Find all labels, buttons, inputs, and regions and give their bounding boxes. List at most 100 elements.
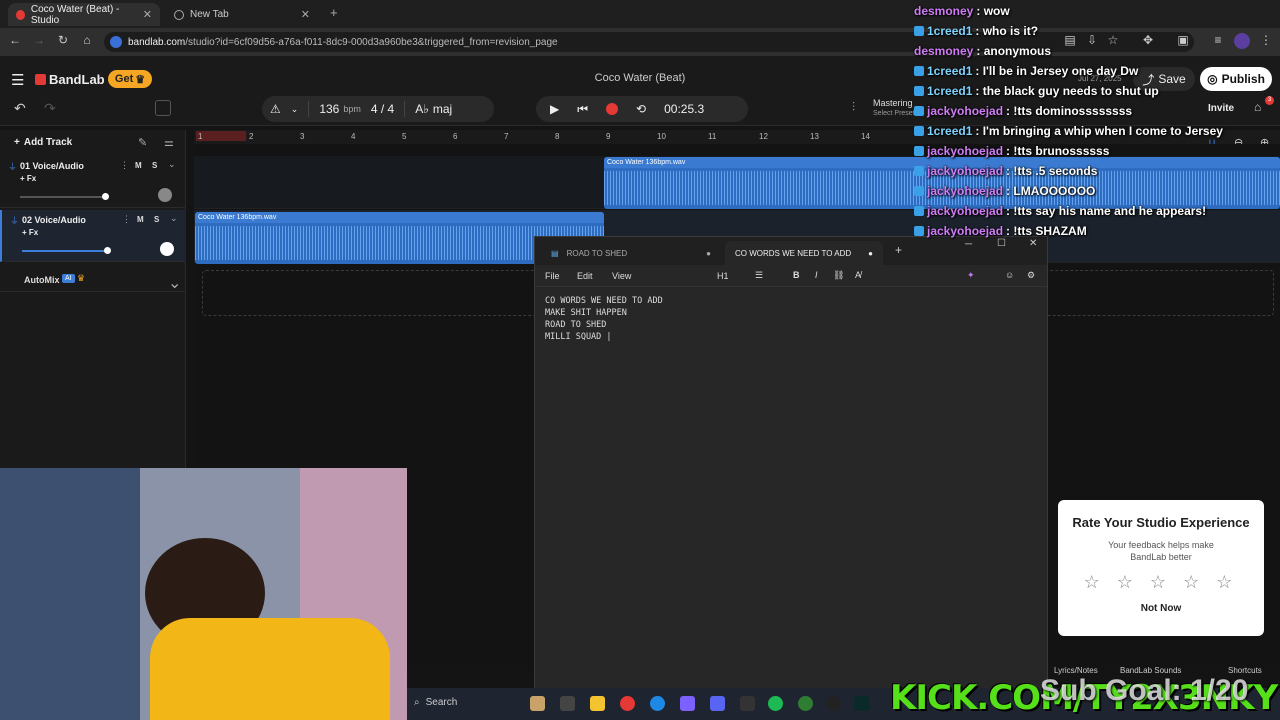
menu-icon[interactable]: ≡ <box>1210 33 1226 47</box>
account-icon[interactable]: ☺ <box>1005 270 1014 280</box>
obs-icon[interactable] <box>826 696 841 711</box>
taskbar-app-icon[interactable] <box>530 696 545 711</box>
spotify-icon[interactable] <box>768 696 783 711</box>
project-title[interactable]: Coco Water (Beat) <box>540 72 740 84</box>
add-track-button[interactable]: + Add Track <box>14 137 72 148</box>
clear-format-icon[interactable]: A̸ <box>855 270 861 280</box>
volume-handle[interactable] <box>102 193 109 200</box>
hamburger-icon[interactable]: ☰ <box>11 71 24 89</box>
undo-icon[interactable]: ↶ <box>14 100 26 117</box>
automix-row[interactable]: AutoMix AI ♛ ⌄ <box>0 268 186 292</box>
pan-knob[interactable] <box>158 188 172 202</box>
star-icon[interactable]: ☆ <box>1105 33 1121 47</box>
chevron-down-icon[interactable]: ⌄ <box>170 213 178 224</box>
tracks-settings-icon[interactable]: ⚌ <box>164 136 174 149</box>
task-view-icon[interactable] <box>560 696 575 711</box>
new-tab-icon[interactable]: + <box>895 243 902 257</box>
publish-button[interactable]: ◎ Publish <box>1200 67 1272 91</box>
unsaved-dot-icon[interactable]: ● <box>868 249 873 258</box>
pencil-icon[interactable]: ✎ <box>138 136 147 149</box>
tab-new[interactable]: New Tab ✕ <box>166 3 318 26</box>
copilot-app-icon[interactable] <box>680 696 695 711</box>
close-tab-icon[interactable]: ✕ <box>301 8 310 21</box>
settings-gear-icon[interactable]: ⚙ <box>1027 270 1035 281</box>
minimize-icon[interactable]: ─ <box>965 239 972 250</box>
profile-avatar[interactable] <box>1234 33 1250 49</box>
metronome-icon[interactable]: ⚠ <box>270 102 281 116</box>
edge-icon[interactable] <box>650 696 665 711</box>
extensions-icon[interactable]: ▤ <box>1062 33 1078 47</box>
chrome-alt-icon[interactable] <box>798 696 813 711</box>
menu-view[interactable]: View <box>612 271 631 281</box>
close-icon[interactable]: ✕ <box>1029 238 1037 249</box>
chevron-down-icon[interactable]: ⌄ <box>291 104 299 115</box>
menu-file[interactable]: File <box>545 271 560 281</box>
chrome-icon[interactable] <box>620 696 635 711</box>
bold-icon[interactable]: B <box>793 270 800 280</box>
italic-icon[interactable]: I <box>815 270 818 280</box>
track-row[interactable]: ⏚ 02 Voice/Audio + Fx ⋮ M S ⌄ <box>0 210 186 262</box>
time-signature[interactable]: 4 / 4 <box>371 102 394 116</box>
home-icon[interactable]: ⌂ <box>79 33 95 47</box>
discord-icon[interactable] <box>710 696 725 711</box>
maximize-icon[interactable]: ☐ <box>997 238 1006 249</box>
reload-icon[interactable]: ↻ <box>55 33 71 47</box>
chevron-down-icon[interactable]: ⌄ <box>168 159 176 170</box>
mastering-preset[interactable]: Select Preset <box>873 110 915 117</box>
get-button[interactable]: Get ♛ <box>108 70 152 88</box>
project-settings[interactable]: ⚠ ⌄ 136 bpm 4 / 4 A♭ maj <box>262 96 494 122</box>
notepad-text-area[interactable]: CO WORDS WE NEED TO ADD MAKE SHIT HAPPEN R… <box>535 287 1047 351</box>
copilot-icon[interactable]: ✦ <box>967 270 975 281</box>
bandlab-logo[interactable]: BandLab <box>35 72 105 87</box>
record-icon[interactable] <box>606 103 619 115</box>
chevron-down-icon[interactable]: ⌄ <box>168 273 181 293</box>
key-value[interactable]: maj <box>433 102 452 116</box>
back-icon[interactable]: ← <box>7 33 23 47</box>
mute-button[interactable]: M <box>137 215 144 224</box>
taskbar-search[interactable]: ⌕ Search <box>414 697 457 708</box>
new-tab-icon[interactable]: + <box>330 5 338 20</box>
mute-button[interactable]: M <box>135 161 142 170</box>
list-icon[interactable]: ☰ <box>755 270 763 281</box>
redo-icon[interactable]: ↷ <box>44 100 56 117</box>
download-icon[interactable]: ⇩ <box>1084 33 1100 47</box>
more-icon[interactable]: ⋮ <box>122 214 131 225</box>
track-name[interactable]: 02 Voice/Audio <box>22 215 86 225</box>
solo-button[interactable]: S <box>154 215 159 224</box>
not-now-button[interactable]: Not Now <box>1058 603 1264 614</box>
volume-slider[interactable] <box>20 196 106 198</box>
bpm-value[interactable]: 136 <box>319 102 339 116</box>
taskbar-app-icon[interactable] <box>740 696 755 711</box>
fx-button[interactable]: + Fx <box>20 174 36 183</box>
unsaved-dot-icon[interactable]: ● <box>706 249 711 258</box>
forward-icon[interactable]: → <box>31 33 47 47</box>
skip-back-icon[interactable]: ⏮ <box>577 102 588 117</box>
loop-icon[interactable]: ⟲ <box>636 102 646 116</box>
pan-knob[interactable] <box>160 242 174 256</box>
mastering-label[interactable]: Mastering <box>873 98 913 108</box>
invite-button[interactable]: Invite <box>1208 103 1234 114</box>
file-explorer-icon[interactable] <box>590 696 605 711</box>
track-name[interactable]: 01 Voice/Audio <box>20 161 84 171</box>
menu-edit[interactable]: Edit <box>577 271 593 281</box>
volume-slider[interactable] <box>22 250 108 252</box>
heading-dropdown[interactable]: H1 <box>717 271 729 281</box>
fx-button[interactable]: + Fx <box>22 228 38 237</box>
solo-button[interactable]: S <box>152 161 157 170</box>
notification-icon[interactable]: ⌂ <box>1254 100 1261 114</box>
play-icon[interactable]: ▶ <box>550 102 559 116</box>
mixer-icon[interactable] <box>155 100 171 116</box>
volume-handle[interactable] <box>104 247 111 254</box>
tab-bandlab[interactable]: Coco Water (Beat) - Studio ✕ <box>8 3 160 26</box>
sidebar-icon[interactable]: ▣ <box>1175 33 1191 47</box>
site-info-icon[interactable] <box>110 36 122 48</box>
track-row[interactable]: ⏚ 01 Voice/Audio + Fx ⋮ M S ⌄ <box>0 156 186 208</box>
star-rating[interactable]: ☆ ☆ ☆ ☆ ☆ <box>1058 572 1264 593</box>
loop-region[interactable] <box>196 131 246 141</box>
notepad-tab-active[interactable]: CO WORDS WE NEED TO ADD ● <box>725 241 883 265</box>
terminal-icon[interactable] <box>854 696 869 711</box>
link-icon[interactable]: ⛓ <box>833 270 844 281</box>
more-icon[interactable]: ⋮ <box>120 160 129 171</box>
mastering-icon[interactable]: ⫶ <box>852 100 855 115</box>
close-tab-icon[interactable]: ✕ <box>143 8 152 21</box>
